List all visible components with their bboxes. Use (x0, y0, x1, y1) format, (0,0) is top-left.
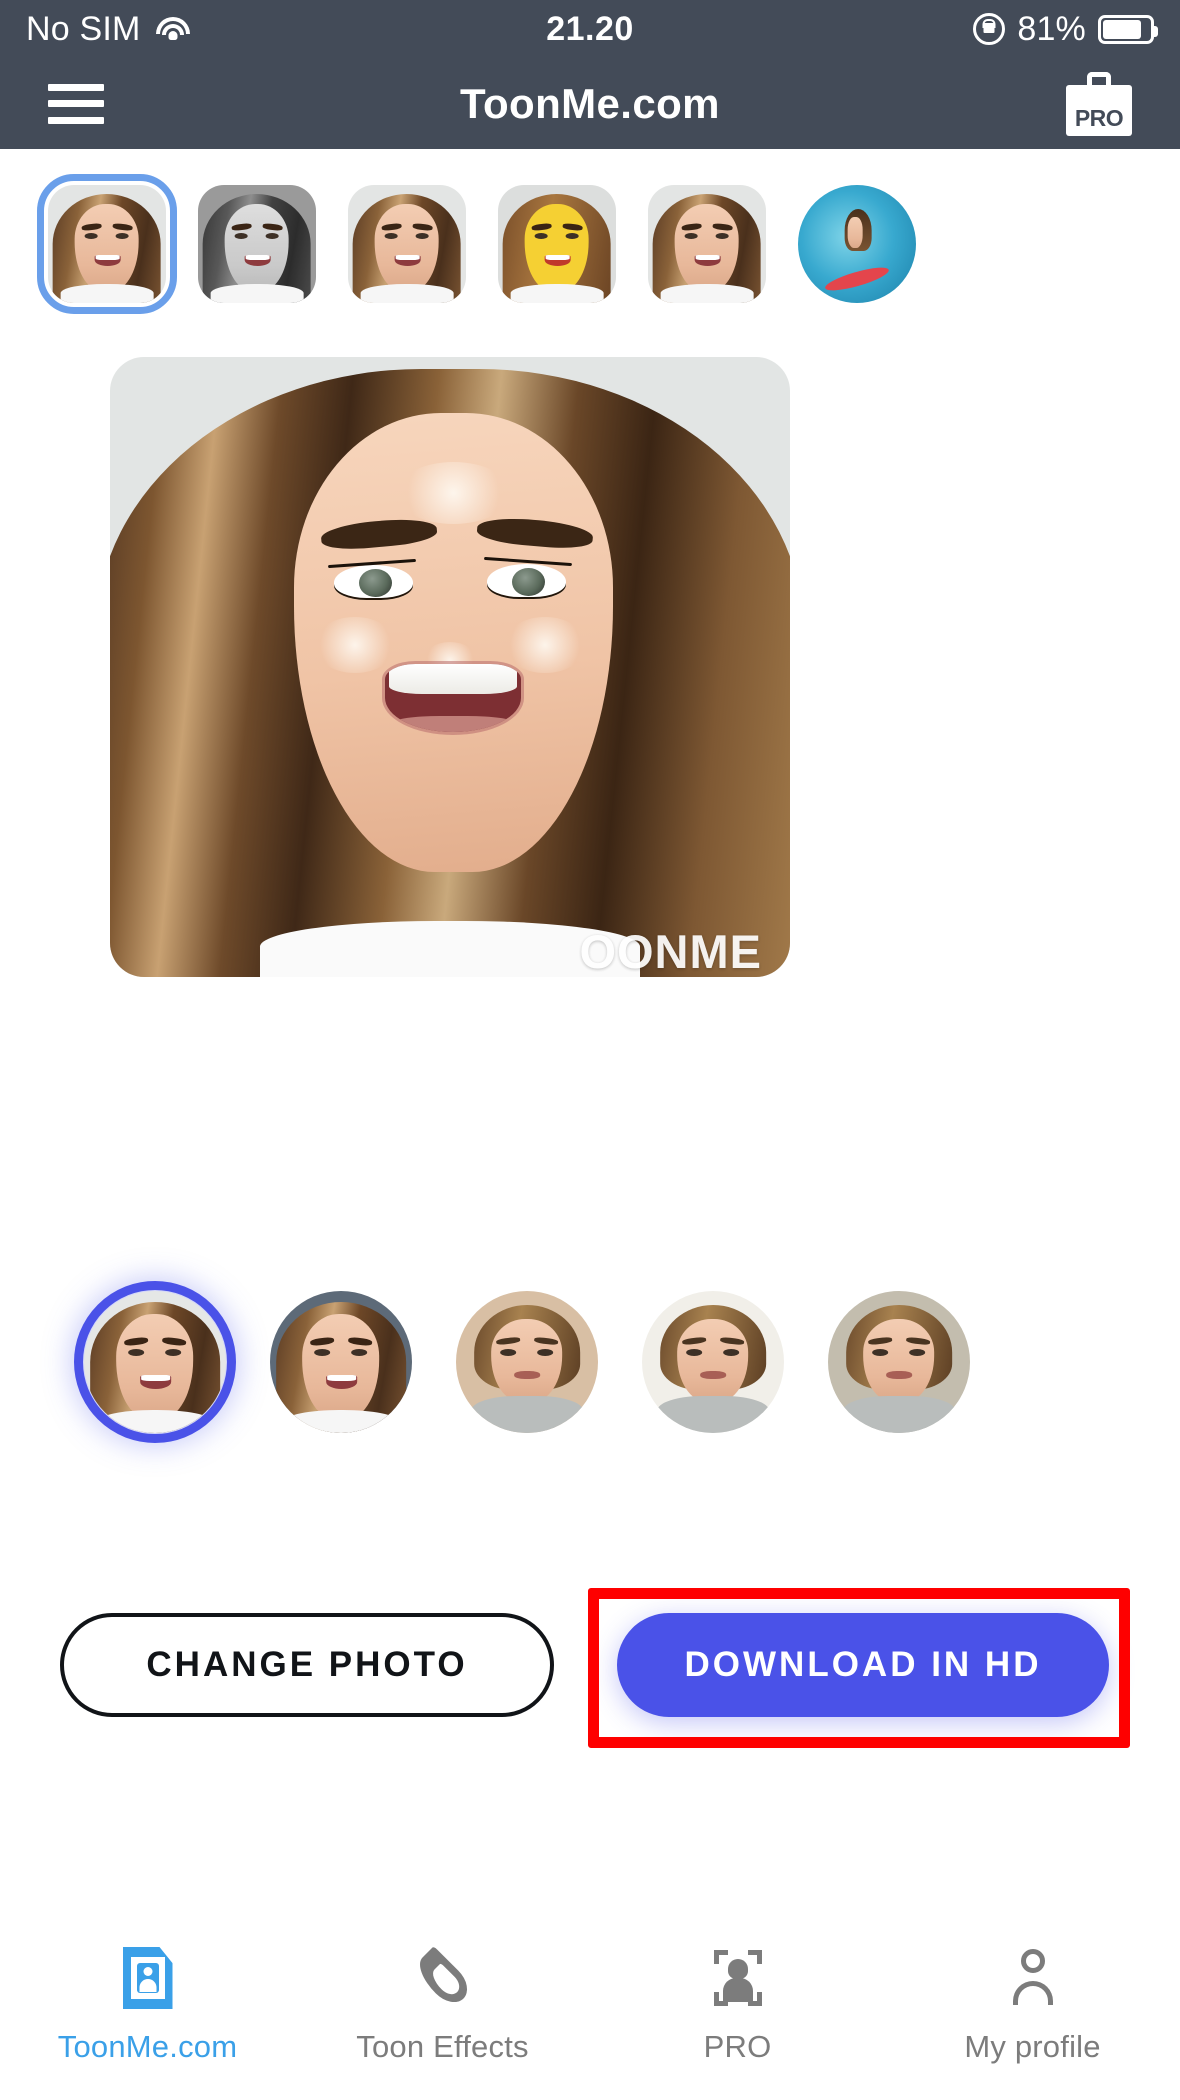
status-bar: No SIM 21.20 81% (0, 0, 1180, 58)
bag-body: PRO (1066, 84, 1132, 136)
avatar-variant-row[interactable] (74, 1281, 1096, 1443)
app-header: ToonMe.com PRO (0, 58, 1180, 149)
style-thumb-0[interactable] (37, 174, 177, 314)
wifi-icon (155, 15, 191, 43)
shopping-bag-pro-icon[interactable]: PRO (1066, 71, 1132, 136)
avatar-variant-1[interactable] (74, 1281, 236, 1443)
person-icon (1000, 1945, 1066, 2011)
status-bar-left: No SIM (26, 10, 191, 49)
nav-label-toonme: ToonMe.com (57, 2029, 238, 2064)
toonme-photo-icon (115, 1945, 181, 2011)
avatar-variant-3[interactable] (456, 1291, 598, 1433)
scan-portrait-icon (705, 1945, 771, 2011)
nav-label-toon-effects: Toon Effects (356, 2029, 529, 2064)
preview-mouth (385, 663, 522, 733)
avatar-variant-2[interactable] (270, 1291, 412, 1433)
style-thumb-3[interactable] (498, 185, 616, 303)
page-title: ToonMe.com (460, 79, 720, 127)
bottom-navigation-bar: ToonMe.com Toon Effects PRO My profile (0, 1910, 1180, 2100)
action-button-row: CHANGE PHOTO DOWNLOAD IN HD (0, 1613, 1180, 1743)
preview-lower-lip (393, 715, 514, 733)
preview-watermark: OONME (579, 925, 762, 977)
nav-tab-my-profile[interactable]: My profile (885, 1945, 1180, 2065)
style-thumb-1[interactable] (198, 185, 316, 303)
nav-tab-toon-effects[interactable]: Toon Effects (295, 1945, 590, 2065)
nav-tab-pro[interactable]: PRO (590, 1945, 885, 2065)
preview-eye-right (487, 564, 566, 599)
pro-badge-label: PRO (1074, 104, 1124, 131)
carrier-label: No SIM (26, 9, 141, 48)
download-in-hd-button[interactable]: DOWNLOAD IN HD (617, 1613, 1109, 1717)
nav-label-my-profile: My profile (964, 2029, 1101, 2064)
style-thumb-5[interactable] (798, 185, 916, 303)
change-photo-button[interactable]: CHANGE PHOTO (60, 1613, 554, 1717)
avatar-variant-4[interactable] (642, 1291, 784, 1433)
preview-teeth (389, 663, 518, 694)
avatar-variant-5[interactable] (828, 1291, 970, 1433)
preview-highlight-forehead (395, 462, 512, 525)
nav-tab-toonme[interactable]: ToonMe.com (0, 1945, 295, 2065)
style-thumb-4[interactable] (648, 185, 766, 303)
style-thumb-2[interactable] (348, 185, 466, 303)
rotation-lock-icon (973, 13, 1006, 45)
flame-icon (410, 1945, 476, 2011)
preview-highlight-cheek-left (314, 617, 396, 674)
battery-icon (1098, 14, 1158, 44)
hamburger-menu-icon[interactable] (48, 83, 104, 124)
battery-percent-label: 81% (1017, 9, 1086, 48)
nav-label-pro: PRO (703, 2029, 772, 2064)
preview-eye-left (334, 565, 413, 601)
style-thumbnail-strip[interactable] (0, 149, 1180, 339)
cartoon-portrait-preview[interactable]: OONME (110, 357, 790, 977)
status-bar-right: 81% (973, 9, 1158, 49)
